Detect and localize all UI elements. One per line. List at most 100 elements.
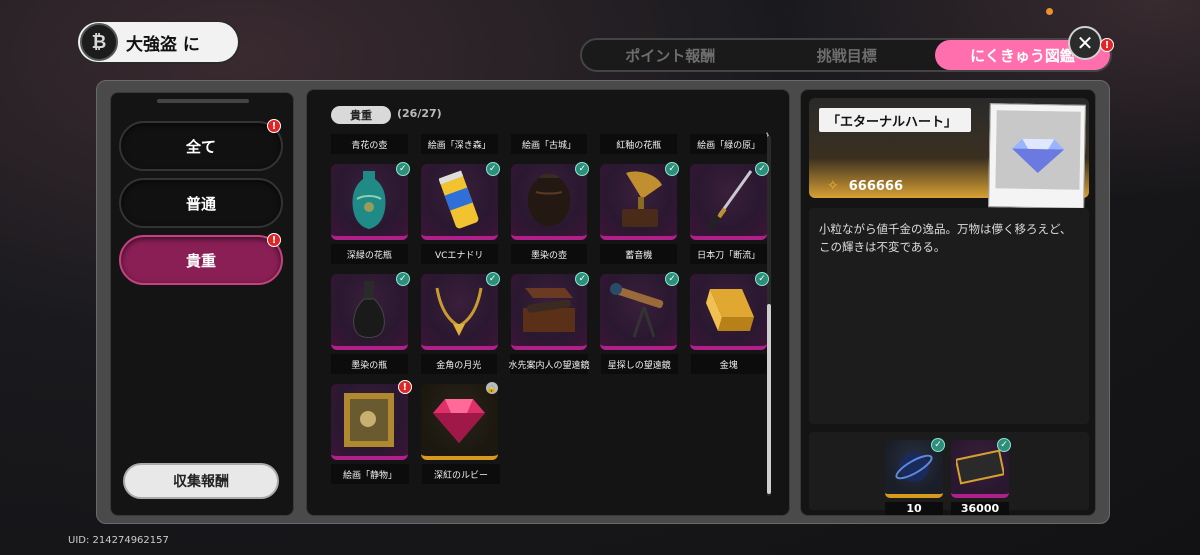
item-card-katana[interactable]: ✓	[690, 162, 769, 240]
event-title: 大強盗 に	[126, 34, 200, 55]
item-label: 蓄音機	[600, 244, 678, 264]
item-label: 金角の月光	[420, 354, 497, 374]
category-all-button[interactable]: 全て	[119, 121, 283, 171]
category-label: 全て	[185, 137, 216, 156]
item-label: 墨染の瓶	[331, 354, 408, 374]
collected-check-icon: ✓	[754, 272, 769, 286]
collected-check-icon: ✓	[575, 272, 590, 286]
ticket-icon	[956, 449, 1004, 485]
collect-rewards-button[interactable]: 収集報酬	[123, 463, 279, 499]
item-description: 小粒ながら値千金の逸品。万物は儚く移ろえど、この輝きは不変である。	[819, 222, 1072, 254]
collected-check-icon: ✓	[665, 272, 680, 286]
tab-challenges[interactable]: 挑戦目標	[759, 40, 936, 70]
collected-check-icon: ✓	[395, 272, 410, 286]
item-card-gold-bar[interactable]: ✓	[690, 272, 769, 350]
item-label: 絵画「深き森」	[420, 134, 498, 154]
item-card-crimson-ruby[interactable]: 🔒	[420, 382, 498, 460]
item-row: ✓ ✓ ✓ ✓ ✓	[331, 162, 769, 240]
item-card-telescope[interactable]: ✓	[600, 272, 680, 350]
category-rare-button[interactable]: 貴重	[119, 235, 283, 285]
item-card-spyglass-box[interactable]: ✓	[510, 272, 590, 350]
item-detail-panel: 「エターナルハート」 ✧ 666666 小粒ながら値千金の逸品。万物は儚く移ろえ…	[800, 89, 1096, 516]
new-item-alert-badge: !	[397, 380, 412, 394]
reward-quantity: 36000	[951, 502, 1009, 515]
collection-grid-panel: 貴重 (26/27) ▲ 青花の壺 絵画「深き森」 絵画「古城」 紅釉の花瓶 絵…	[306, 89, 790, 516]
event-title-pill[interactable]: ₿ 大強盗 に	[78, 22, 238, 62]
item-card-energy-drink[interactable]: ✓	[420, 162, 500, 240]
item-card-teal-vase[interactable]: ✓	[331, 162, 410, 240]
close-button[interactable]: ✕	[1068, 26, 1102, 60]
lock-icon: 🔒	[485, 382, 498, 394]
item-card-still-life-painting[interactable]: !	[331, 380, 412, 460]
item-row: ✓ ✓ ✓ ✓ ✓	[331, 272, 769, 350]
collected-check-icon: ✓	[485, 162, 500, 176]
item-label-row: 絵画「静物」 深紅のルビー	[331, 464, 767, 484]
filter-chip[interactable]: 貴重	[331, 106, 391, 124]
painting-icon	[344, 393, 395, 447]
tab-point-rewards[interactable]: ポイント報酬	[582, 40, 759, 70]
item-card-black-pot[interactable]: ✓	[510, 162, 590, 240]
collected-check-icon: ✓	[665, 162, 680, 176]
item-label: 深緑の花瓶	[331, 244, 408, 264]
collected-check-icon: ✓	[485, 272, 500, 286]
category-all-alert-badge: !	[267, 119, 281, 133]
spyglass-box-icon	[522, 288, 575, 332]
category-panel: 全て ! 普通 貴重 ! 収集報酬	[110, 92, 294, 516]
pot-icon	[527, 174, 571, 226]
item-label: 青花の壺	[331, 134, 408, 154]
necklace-icon	[435, 287, 483, 336]
item-label: 星探しの望遠鏡	[601, 354, 678, 374]
gold-bar-icon	[705, 289, 754, 331]
gramophone-icon	[621, 171, 662, 227]
item-card-black-flask[interactable]: ✓	[331, 272, 410, 350]
reward-card-ticket[interactable]: ✓	[951, 438, 1011, 498]
item-card-gramophone[interactable]: ✓	[600, 162, 680, 240]
item-label: 絵画「古城」	[510, 134, 588, 154]
flask-icon	[353, 281, 386, 338]
collected-check-icon: ✓	[575, 162, 590, 176]
collected-check-icon: ✓	[754, 162, 769, 176]
katana-icon	[706, 170, 752, 231]
user-id: UID: 214274962157	[68, 535, 169, 546]
currency-icon: ✧	[827, 178, 839, 194]
panel-handle	[157, 99, 249, 103]
category-label: 貴重	[185, 251, 216, 270]
item-photo	[988, 103, 1086, 209]
event-logo-icon: ₿	[80, 23, 118, 61]
item-card-necklace[interactable]: ✓	[420, 272, 500, 350]
reward-card-orb[interactable]: ✓	[885, 438, 945, 498]
category-normal-button[interactable]: 普通	[119, 178, 283, 228]
item-label: 深紅のルビー	[422, 464, 500, 484]
collected-check-icon: ✓	[997, 438, 1011, 452]
item-label: 日本刀「断流」	[690, 244, 767, 264]
scroll-thumb[interactable]	[767, 304, 771, 494]
top-tabs: ポイント報酬 挑戦目標 にくきゅう図鑑	[580, 38, 1112, 72]
item-label: 金塊	[690, 354, 767, 374]
item-label: 水先案内人の望遠鏡	[509, 354, 590, 374]
can-icon	[439, 170, 479, 229]
collected-check-icon: ✓	[931, 438, 945, 452]
reward-quantity: 10	[885, 502, 943, 515]
item-price-value: 666666	[848, 178, 904, 194]
reward-box	[809, 432, 1089, 510]
item-label-row: 墨染の瓶 金角の月光 水先案内人の望遠鏡 星探しの望遠鏡 金塊	[331, 354, 767, 374]
item-label-row: 深緑の花瓶 VCエナドリ 墨染の壺 蓄音機 日本刀「断流」	[331, 244, 767, 264]
item-name: 「エターナルハート」	[819, 108, 972, 132]
ruby-icon	[433, 399, 486, 443]
item-label-row: 青花の壺 絵画「深き森」 絵画「古城」 紅釉の花瓶 絵画「緑の原」	[331, 134, 767, 154]
tab-alert-badge: !	[1100, 38, 1114, 52]
detail-hero: 「エターナルハート」 ✧ 666666	[809, 98, 1089, 209]
photo-frame	[995, 110, 1081, 190]
item-row: ! 🔒	[331, 380, 767, 460]
item-label: 紅釉の花瓶	[600, 134, 678, 154]
scrollbar[interactable]	[767, 136, 771, 496]
diamond-icon	[995, 110, 1081, 190]
close-icon: ✕	[1076, 31, 1094, 55]
item-price: ✧ 666666	[827, 178, 903, 194]
category-rare-alert-badge: !	[267, 233, 281, 247]
item-grid: 青花の壺 絵画「深き森」 絵画「古城」 紅釉の花瓶 絵画「緑の原」 ✓ ✓ ✓ …	[331, 134, 769, 484]
collection-count: (26/27)	[397, 107, 442, 120]
collected-check-icon: ✓	[395, 162, 410, 176]
orb-icon	[895, 452, 933, 482]
item-label: VCエナドリ	[420, 244, 498, 264]
